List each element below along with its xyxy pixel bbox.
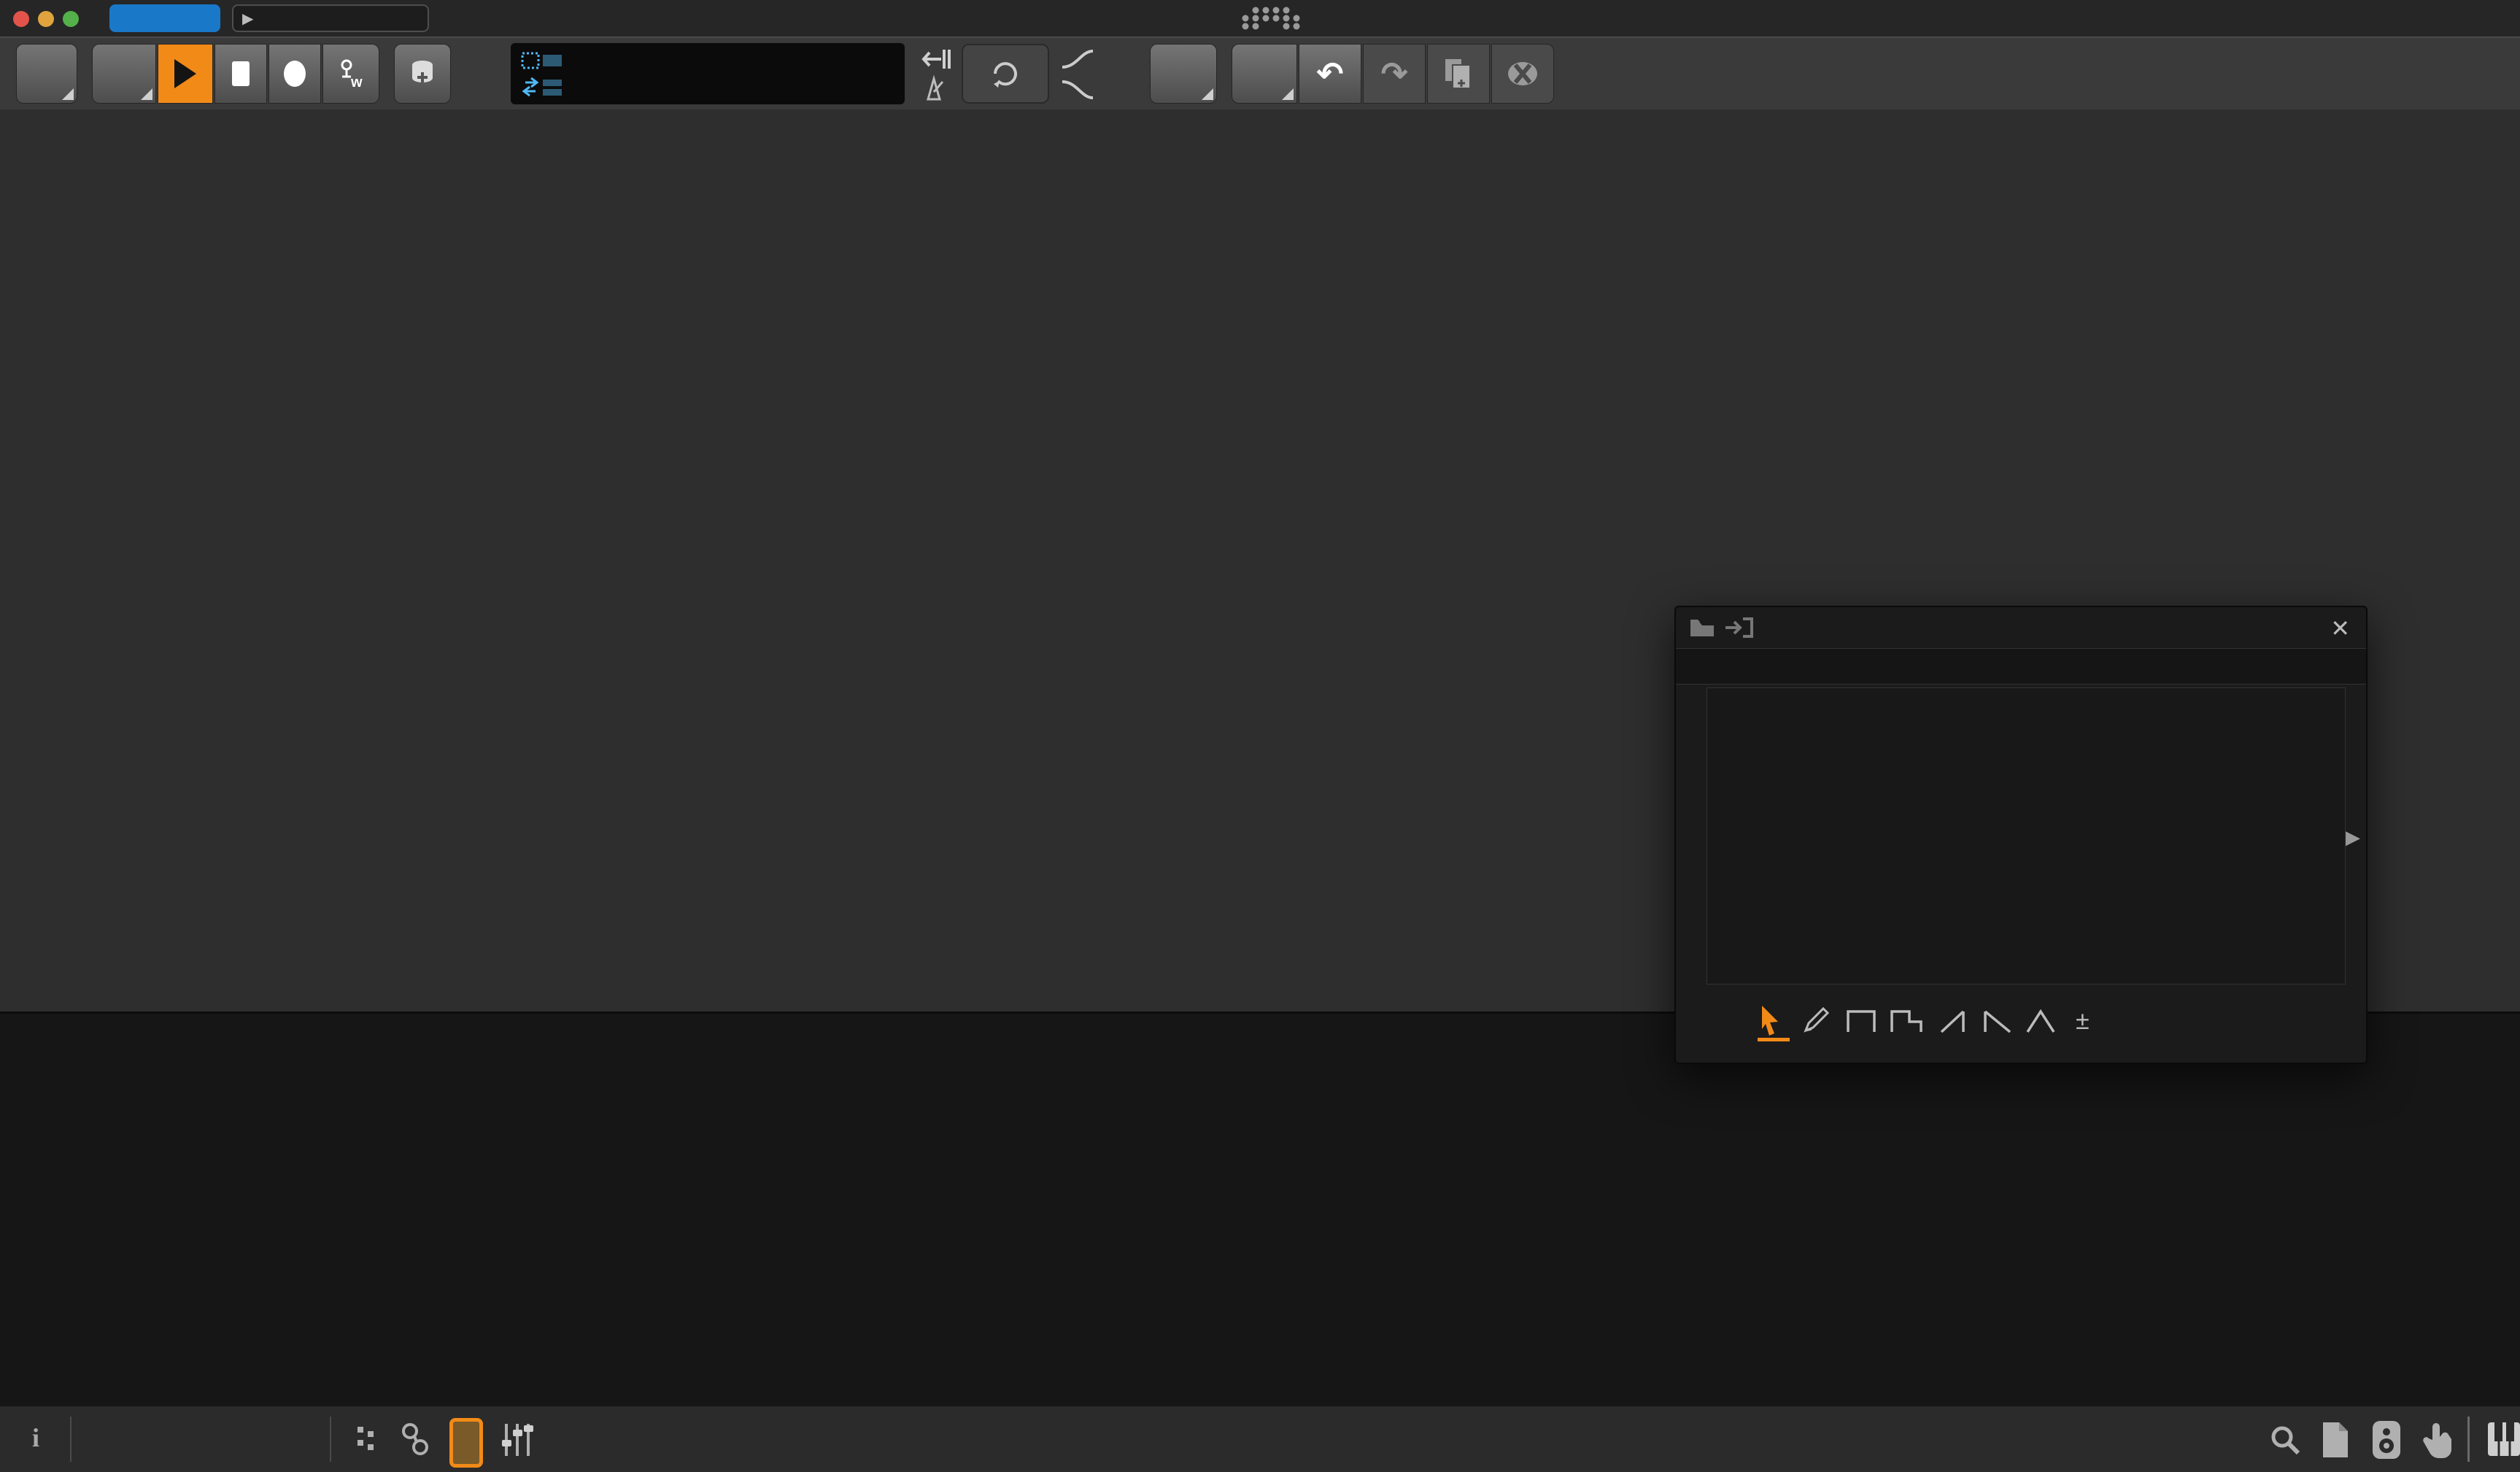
fade-out-icon[interactable]	[1059, 79, 1096, 101]
punch-in-icon[interactable]	[916, 47, 953, 72]
svg-text:w: w	[350, 74, 363, 90]
device-panel-toggle[interactable]	[449, 1418, 483, 1468]
step2-tool-icon[interactable]	[1889, 1009, 1924, 1033]
pointer-tool-icon[interactable]	[1756, 1004, 1790, 1041]
flame-step-arrow[interactable]: ▶	[2346, 826, 2360, 849]
undo-button[interactable]: ↶	[1299, 44, 1361, 104]
status-bar: i	[0, 1405, 2520, 1472]
step-tool-icon[interactable]	[1845, 1009, 1877, 1033]
file-browser-icon[interactable]	[2320, 1421, 2351, 1459]
plusminus-tool-icon[interactable]: ±	[2076, 1007, 2090, 1036]
title-bar: ▶	[0, 0, 2520, 36]
add-track-button[interactable]	[1150, 44, 1217, 104]
triangle-tool-icon[interactable]	[2025, 1009, 2057, 1033]
dual-panel-icon[interactable]	[355, 1424, 387, 1456]
transport-toolbar: w ↶ ↷	[0, 36, 2520, 113]
folder-icon[interactable]	[1689, 617, 1715, 638]
play-menu-button[interactable]	[92, 44, 156, 104]
record-icon	[284, 61, 306, 87]
cpu-icon	[521, 52, 562, 69]
delete-button[interactable]	[1491, 44, 1554, 104]
import-icon[interactable]	[1724, 617, 1753, 638]
mixer-panel-toggle[interactable]	[499, 1421, 536, 1459]
flame-ruler[interactable]	[1676, 648, 2366, 685]
essentials-badge[interactable]	[109, 4, 220, 32]
search-icon[interactable]	[2268, 1422, 2303, 1457]
traffic-close[interactable]	[13, 11, 29, 27]
overdub-button[interactable]	[394, 44, 451, 104]
device-panel	[0, 1011, 2520, 1407]
duplicate-button[interactable]	[1427, 44, 1490, 104]
transport-display[interactable]	[511, 43, 905, 104]
record-button[interactable]	[268, 44, 321, 104]
automation-write-button[interactable]: w	[322, 44, 379, 104]
touch-icon[interactable]	[2421, 1421, 2454, 1459]
loop-button[interactable]	[962, 44, 1049, 104]
groove-icon	[522, 77, 562, 97]
flame-close-icon[interactable]: ✕	[2330, 614, 2350, 642]
traffic-minimize[interactable]	[38, 11, 54, 27]
flame-window[interactable]: ✕ ▶ ±	[1674, 606, 2368, 1064]
traffic-zoom[interactable]	[63, 11, 79, 27]
project-tab[interactable]: ▶	[232, 4, 429, 32]
redo-button[interactable]: ↷	[1363, 44, 1426, 104]
metronome-icon[interactable]	[918, 74, 950, 102]
stop-icon	[232, 61, 250, 86]
ramp-up-tool-icon[interactable]	[1939, 1009, 1971, 1033]
play-button[interactable]	[158, 44, 213, 104]
flame-titlebar[interactable]: ✕	[1676, 607, 2366, 648]
edit-menu-button[interactable]	[1232, 44, 1297, 104]
stop-button[interactable]	[214, 44, 267, 104]
file-menu-button[interactable]	[16, 44, 77, 104]
ramp-down-tool-icon[interactable]	[1981, 1009, 2013, 1033]
flame-toolbar: ±	[1676, 987, 2366, 1063]
piano-keyboard-icon[interactable]	[2486, 1421, 2520, 1457]
note-fx-icon[interactable]	[400, 1422, 432, 1457]
monitor-speaker-icon[interactable]	[2370, 1419, 2403, 1460]
info-icon[interactable]: i	[32, 1422, 39, 1453]
fade-in-icon[interactable]	[1059, 48, 1096, 70]
flame-curve-editor[interactable]	[1707, 687, 2346, 984]
bitwig-logo-icon	[1242, 7, 1300, 30]
tab-play-icon: ▶	[242, 10, 254, 27]
pencil-tool-icon[interactable]	[1801, 1006, 1831, 1035]
bitwig-window: ▶ w ↶ ↷ ✕ ▶ ± i	[0, 0, 2520, 1472]
play-icon	[174, 59, 196, 88]
